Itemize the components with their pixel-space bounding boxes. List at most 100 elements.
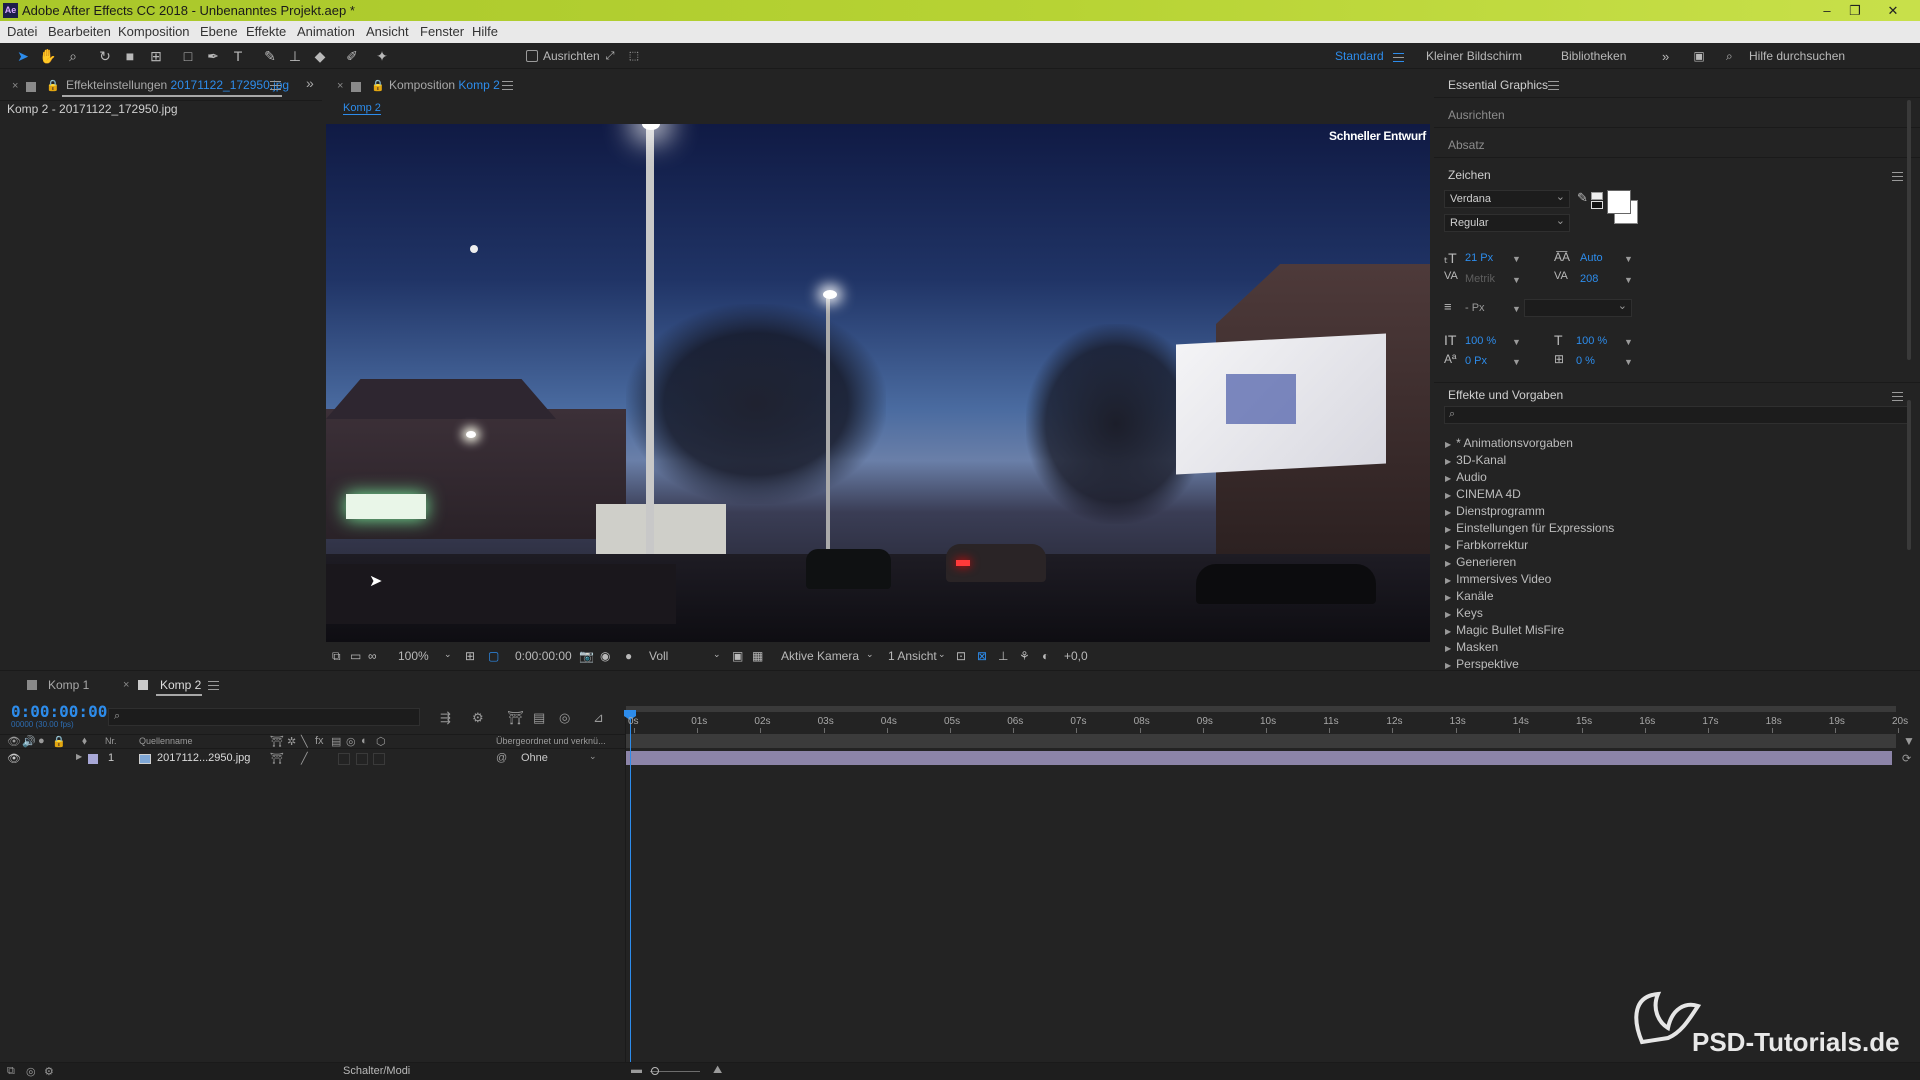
zoom-tool-icon[interactable]: ⌕	[63, 46, 83, 66]
panel-menu-icon[interactable]	[502, 81, 513, 90]
selection-tool-icon[interactable]: ➤	[13, 46, 33, 66]
effects-item[interactable]: * Animationsvorgaben	[1445, 436, 1573, 450]
stroke-style-select[interactable]	[1524, 299, 1632, 317]
draft-3d-icon[interactable]: ⚙	[472, 710, 484, 726]
tsume-value[interactable]: 0 %	[1576, 355, 1595, 367]
horizontal-scale-value[interactable]: 100 %	[1576, 335, 1607, 347]
workspace-menu-icon[interactable]	[1393, 53, 1404, 62]
rotate-tool-icon[interactable]: ↻	[95, 46, 115, 66]
views-select[interactable]: 1 Ansicht	[888, 649, 937, 663]
panel-menu-icon[interactable]	[270, 81, 281, 90]
layer-shy-icon[interactable]: ⛩	[270, 752, 284, 765]
menu-bearbeiten[interactable]: Bearbeiten	[48, 24, 111, 39]
snapshot-icon[interactable]: 📷	[579, 649, 594, 663]
leading-dropdown-icon[interactable]: ▼	[1624, 254, 1633, 264]
kerning-value[interactable]: Metrik	[1465, 273, 1495, 285]
work-area-end-icon[interactable]: ▼	[1903, 734, 1915, 748]
layer-switches-icon[interactable]: ⧉	[7, 1065, 15, 1078]
close-panel-icon[interactable]: ×	[12, 80, 18, 92]
layer-name[interactable]: 2017112...2950.jpg	[157, 752, 250, 764]
timecode-display[interactable]: 0:00:00:00	[515, 649, 572, 663]
column-parent[interactable]: Übergeordnet und verknü...	[496, 736, 606, 746]
vertical-scale-value[interactable]: 100 %	[1465, 335, 1496, 347]
effects-item[interactable]: Generieren	[1445, 555, 1516, 569]
brush-tool-icon[interactable]: ✎	[260, 46, 280, 66]
effects-search-input[interactable]: ⌕	[1444, 406, 1910, 424]
exposure-value[interactable]: +0,0	[1064, 649, 1088, 663]
tab-komp-2[interactable]: Komp 2	[160, 678, 201, 692]
essential-graphics-tab[interactable]: Essential Graphics	[1448, 78, 1548, 92]
eyedropper-icon[interactable]: ✎	[1577, 190, 1588, 206]
workspace-panel-icon[interactable]: ▣	[1689, 46, 1709, 66]
exposure-icon[interactable]: ◐	[1042, 649, 1049, 663]
layer-switch-box[interactable]	[338, 753, 350, 765]
work-area-bar[interactable]	[626, 706, 1896, 712]
channel-icon[interactable]: ●	[625, 649, 632, 663]
parent-select[interactable]: Ohne	[521, 752, 548, 764]
roto-brush-tool-icon[interactable]: ✐	[342, 46, 362, 66]
workspace-small-screen[interactable]: Kleiner Bildschirm	[1426, 49, 1522, 63]
tracking-value[interactable]: 208	[1580, 273, 1598, 285]
tracking-dropdown-icon[interactable]: ▼	[1624, 275, 1633, 285]
camera-tool-icon[interactable]: ■	[120, 46, 140, 66]
scrollbar[interactable]	[1907, 100, 1911, 360]
more-workspaces-icon[interactable]: »	[1662, 49, 1669, 64]
timeline-timecode[interactable]: 0:00:00:00	[11, 702, 107, 721]
layer-switch-box[interactable]	[373, 753, 385, 765]
workspace-libraries[interactable]: Bibliotheken	[1561, 49, 1626, 63]
zoom-dropdown-icon[interactable]: ⌄	[444, 649, 452, 660]
black-swatch[interactable]	[1591, 201, 1603, 209]
layer-label-color[interactable]	[88, 754, 98, 764]
menu-datei[interactable]: Datei	[7, 24, 37, 39]
effect-controls-tab[interactable]: Effekteinstellungen 20171122_172950.jpg	[66, 78, 289, 92]
resolution-dropdown-icon[interactable]: ⌄	[713, 649, 721, 660]
effects-item[interactable]: Immersives Video	[1445, 572, 1551, 586]
layer-out-icon[interactable]: ⟳	[1902, 752, 1911, 765]
effects-scrollbar[interactable]	[1907, 400, 1911, 550]
comp-mini-flowchart-icon[interactable]: ⇶	[440, 710, 451, 726]
menu-komposition[interactable]: Komposition	[118, 24, 190, 39]
current-time-indicator[interactable]	[630, 712, 631, 1080]
tsume-dropdown-icon[interactable]: ▼	[1624, 357, 1633, 367]
motion-blur-icon[interactable]: ◎	[559, 710, 570, 726]
graph-editor-icon[interactable]: ⊿	[593, 710, 604, 726]
effects-item[interactable]: CINEMA 4D	[1445, 487, 1521, 501]
region-of-interest-icon[interactable]: ⧉	[332, 649, 341, 664]
transfer-controls-icon[interactable]: ◎	[26, 1065, 36, 1078]
show-snapshot-icon[interactable]: ◉	[600, 649, 610, 663]
close-panel-icon[interactable]: ×	[337, 80, 343, 92]
stroke-width-dropdown-icon[interactable]: ▼	[1512, 304, 1521, 314]
paragraph-section[interactable]: Absatz	[1448, 138, 1485, 152]
timeline-search-input[interactable]: ⌕	[108, 708, 420, 726]
panel-menu-icon[interactable]	[1548, 81, 1559, 90]
effects-item[interactable]: Masken	[1445, 640, 1498, 654]
effects-item[interactable]: Farbkorrektur	[1445, 538, 1528, 552]
align-checkbox[interactable]	[526, 50, 538, 62]
horizontal-scale-dropdown-icon[interactable]: ▼	[1624, 337, 1633, 347]
minimize-button[interactable]: –	[1814, 1, 1840, 20]
effects-item[interactable]: 3D-Kanal	[1445, 453, 1506, 467]
character-menu-icon[interactable]	[1892, 172, 1903, 181]
type-tool-icon[interactable]: T	[228, 46, 248, 66]
hide-shy-layers-icon[interactable]: ⛩	[507, 710, 524, 726]
kerning-dropdown-icon[interactable]: ▼	[1512, 275, 1521, 285]
snap-options-icon[interactable]: ⬚	[624, 46, 644, 66]
zoom-slider-handle[interactable]	[651, 1067, 659, 1075]
eraser-tool-icon[interactable]: ◆	[310, 46, 330, 66]
toggle-transparency-icon[interactable]: ▦	[752, 649, 763, 663]
pen-tool-icon[interactable]: ✒	[203, 46, 223, 66]
views-dropdown-icon[interactable]: ⌄	[938, 649, 946, 660]
pan-behind-tool-icon[interactable]: ⊞	[146, 46, 166, 66]
draft-3d-icon[interactable]: ⊠	[977, 649, 987, 663]
menu-effekte[interactable]: Effekte	[246, 24, 286, 39]
maximize-button[interactable]: ❐	[1842, 1, 1868, 20]
workspace-standard[interactable]: Standard	[1335, 49, 1384, 63]
leading-value[interactable]: Auto	[1580, 252, 1603, 264]
fast-previews-icon[interactable]: ▣	[732, 649, 743, 663]
breadcrumb[interactable]: Komp 2	[343, 102, 381, 115]
layer-visibility-icon[interactable]: 👁	[7, 752, 21, 765]
composition-viewer[interactable]: Schneller Entwurf ➤	[326, 124, 1430, 642]
expand-layer-icon[interactable]: ▶	[76, 752, 82, 761]
effects-item[interactable]: Perspektive	[1445, 657, 1519, 671]
effects-item[interactable]: Audio	[1445, 470, 1487, 484]
